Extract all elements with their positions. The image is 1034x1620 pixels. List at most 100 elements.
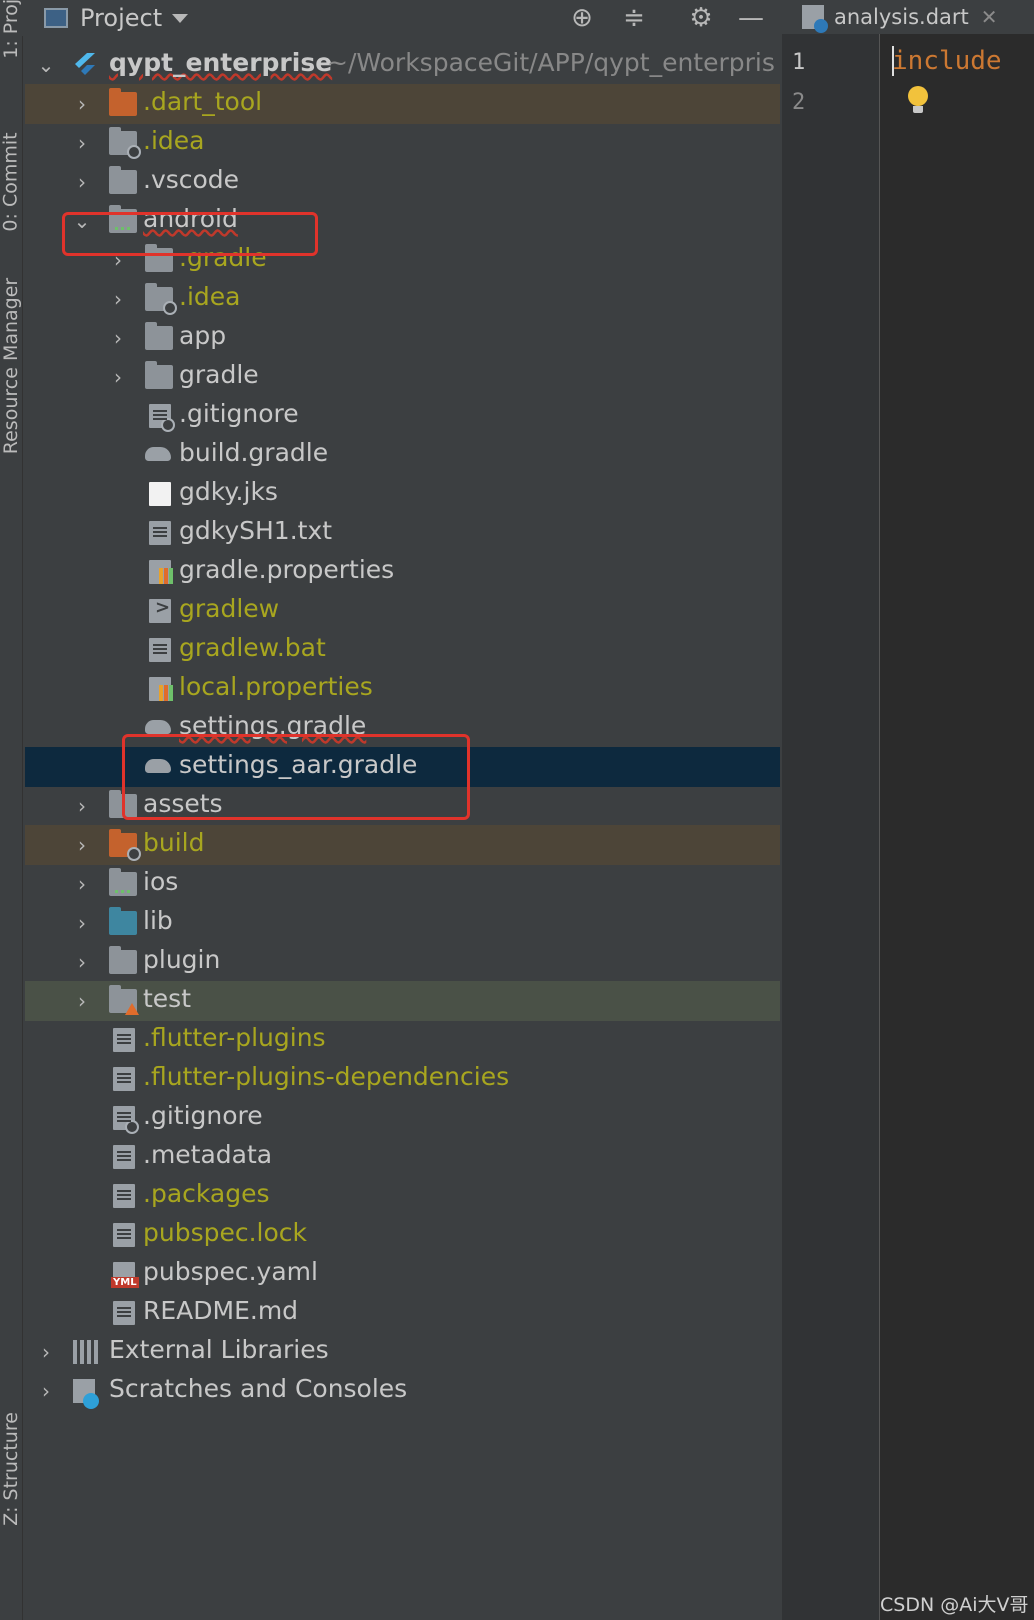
collapse-all-icon[interactable]: ≑ (619, 3, 649, 33)
line-number: 1 (792, 50, 806, 75)
chevron-right-icon[interactable]: › (37, 1342, 55, 1362)
chevron-right-icon[interactable]: › (73, 172, 91, 192)
tree-item-android-gdkysh1[interactable]: gdkySH1.txt (25, 513, 780, 553)
tree-item-android-gradle[interactable]: › gradle (25, 357, 780, 397)
tab-analysis-dart[interactable]: analysis.dart ✕ (782, 0, 998, 34)
lightbulb-icon[interactable] (908, 86, 928, 113)
tree-item-android-gradlew[interactable]: gradlew (25, 591, 780, 631)
tree-item-readme[interactable]: README.md (25, 1293, 780, 1333)
folder-icon (145, 322, 173, 350)
close-icon[interactable]: ✕ (981, 5, 998, 29)
scratches-icon (73, 1379, 99, 1409)
chevron-right-icon[interactable]: › (73, 796, 91, 816)
editor-tab-bar: analysis.dart ✕ (782, 0, 1034, 35)
tree-item-android-gdky-jks[interactable]: gdky.jks (25, 474, 780, 514)
tree-item-label: gdkySH1.txt (179, 516, 333, 545)
tool-tab-commit-label: 0: Commit (0, 132, 23, 232)
tree-item-dart-tool[interactable]: › .dart_tool (25, 84, 780, 124)
tree-item-label: gradlew.bat (179, 633, 326, 662)
project-view-selector[interactable]: Project (80, 4, 162, 32)
test-folder-icon (109, 985, 139, 1015)
tool-tab-structure[interactable]: Z: Structure (0, 1412, 22, 1605)
tree-item-label: .vscode (143, 165, 240, 194)
minimize-icon[interactable]: — (736, 3, 766, 33)
tree-item-label: .flutter-plugins (143, 1023, 326, 1052)
chevron-right-icon[interactable]: › (109, 328, 127, 348)
tree-item-lib[interactable]: › lib (25, 903, 780, 943)
tree-item-label: .gitignore (179, 399, 299, 428)
gear-icon[interactable]: ⚙ (686, 3, 716, 33)
chevron-down-icon[interactable] (172, 13, 189, 23)
tree-item-label: build (143, 828, 205, 857)
tree-item-label: gdky.jks (179, 477, 278, 506)
tool-window-strip: 1: Project 0: Commit Resource Manager Z:… (0, 0, 23, 1620)
chevron-right-icon[interactable]: › (73, 991, 91, 1011)
tree-item-flutter-plugins[interactable]: .flutter-plugins (25, 1020, 780, 1060)
folder-icon (145, 361, 173, 389)
tree-item-android-gradle-properties[interactable]: gradle.properties (25, 552, 780, 592)
tree-item-ios[interactable]: › ios (25, 864, 780, 904)
text-file-icon (113, 1145, 135, 1169)
tree-item-label: ios (143, 867, 179, 896)
project-window-icon (44, 8, 68, 28)
tree-item-plugin[interactable]: › plugin (25, 942, 780, 982)
tree-item-android-gitignore[interactable]: .gitignore (25, 396, 780, 436)
dart-file-icon (802, 5, 828, 33)
chevron-right-icon[interactable]: › (73, 874, 91, 894)
text-file-icon (113, 1301, 135, 1325)
tree-item-gitignore[interactable]: .gitignore (25, 1098, 780, 1138)
tree-item-idea[interactable]: › .idea (25, 123, 780, 163)
root-project-name: qypt_enterprise (109, 48, 333, 77)
tool-tab-resource-manager[interactable]: Resource Manager (0, 278, 22, 572)
tree-item-android-idea[interactable]: › .idea (25, 279, 780, 319)
annotation-box-settings-files (122, 734, 470, 820)
editor-gutter: 1 2 (782, 34, 880, 1620)
idea-folder-icon (109, 127, 141, 159)
tree-item-metadata[interactable]: .metadata (25, 1137, 780, 1177)
tool-tab-project[interactable]: 1: Project (0, 0, 22, 130)
chevron-right-icon[interactable]: › (109, 289, 127, 309)
tree-item-build[interactable]: › build (25, 825, 780, 865)
chevron-right-icon[interactable]: › (73, 913, 91, 933)
blank-file-icon (149, 482, 171, 506)
tree-item-scratches[interactable]: › Scratches and Consoles (25, 1371, 780, 1411)
tree-item-android-local-properties[interactable]: local.properties (25, 669, 780, 709)
chevron-right-icon[interactable]: › (37, 1381, 55, 1401)
locate-icon[interactable]: ⊕ (567, 3, 597, 33)
tree-item-label: gradlew (179, 594, 280, 623)
chevron-right-icon[interactable]: › (109, 367, 127, 387)
tree-item-packages[interactable]: .packages (25, 1176, 780, 1216)
root-project-path: ~/WorkspaceGit/APP/qypt_enterpris (327, 48, 775, 77)
chevron-right-icon[interactable]: › (73, 835, 91, 855)
tree-item-external-libraries[interactable]: › External Libraries (25, 1332, 780, 1372)
tree-item-android-build-gradle[interactable]: build.gradle (25, 435, 780, 475)
idea-folder-icon (145, 283, 177, 315)
chevron-right-icon[interactable]: › (73, 952, 91, 972)
chevron-right-icon[interactable]: › (73, 133, 91, 153)
tool-tab-project-label: 1: Project (0, 0, 23, 59)
tree-item-pubspec-yaml[interactable]: pubspec.yaml (25, 1254, 780, 1294)
tree-item-android-app[interactable]: › app (25, 318, 780, 358)
tree-item-flutter-plugins-dependencies[interactable]: .flutter-plugins-dependencies (25, 1059, 780, 1099)
tree-root[interactable]: ⌄ qypt_enterprise ~/WorkspaceGit/APP/qyp… (25, 45, 780, 85)
text-file-icon (113, 1184, 135, 1208)
tool-tab-resource-manager-label: Resource Manager (0, 277, 22, 455)
tree-item-label: pubspec.yaml (143, 1257, 318, 1286)
tree-item-label: local.properties (179, 672, 373, 701)
tree-item-label: app (179, 321, 227, 350)
tree-item-android-gradlew-bat[interactable]: gradlew.bat (25, 630, 780, 670)
tree-item-label: .idea (179, 282, 241, 311)
tree-item-test[interactable]: › test (25, 981, 780, 1021)
folder-icon (109, 946, 137, 974)
source-folder-icon (109, 907, 137, 935)
tree-item-vscode[interactable]: › .vscode (25, 162, 780, 202)
folder-orange-icon (109, 88, 137, 116)
tree-item-label: plugin (143, 945, 221, 974)
tree-item-pubspec-lock[interactable]: pubspec.lock (25, 1215, 780, 1255)
code-editor[interactable]: include (880, 34, 1034, 1620)
chevron-right-icon[interactable]: › (73, 94, 91, 114)
tool-tab-structure-label: Z: Structure (0, 1412, 22, 1526)
folder-icon (109, 166, 137, 194)
tree-item-label: gradle.properties (179, 555, 395, 584)
chevron-down-icon[interactable]: ⌄ (37, 55, 55, 75)
